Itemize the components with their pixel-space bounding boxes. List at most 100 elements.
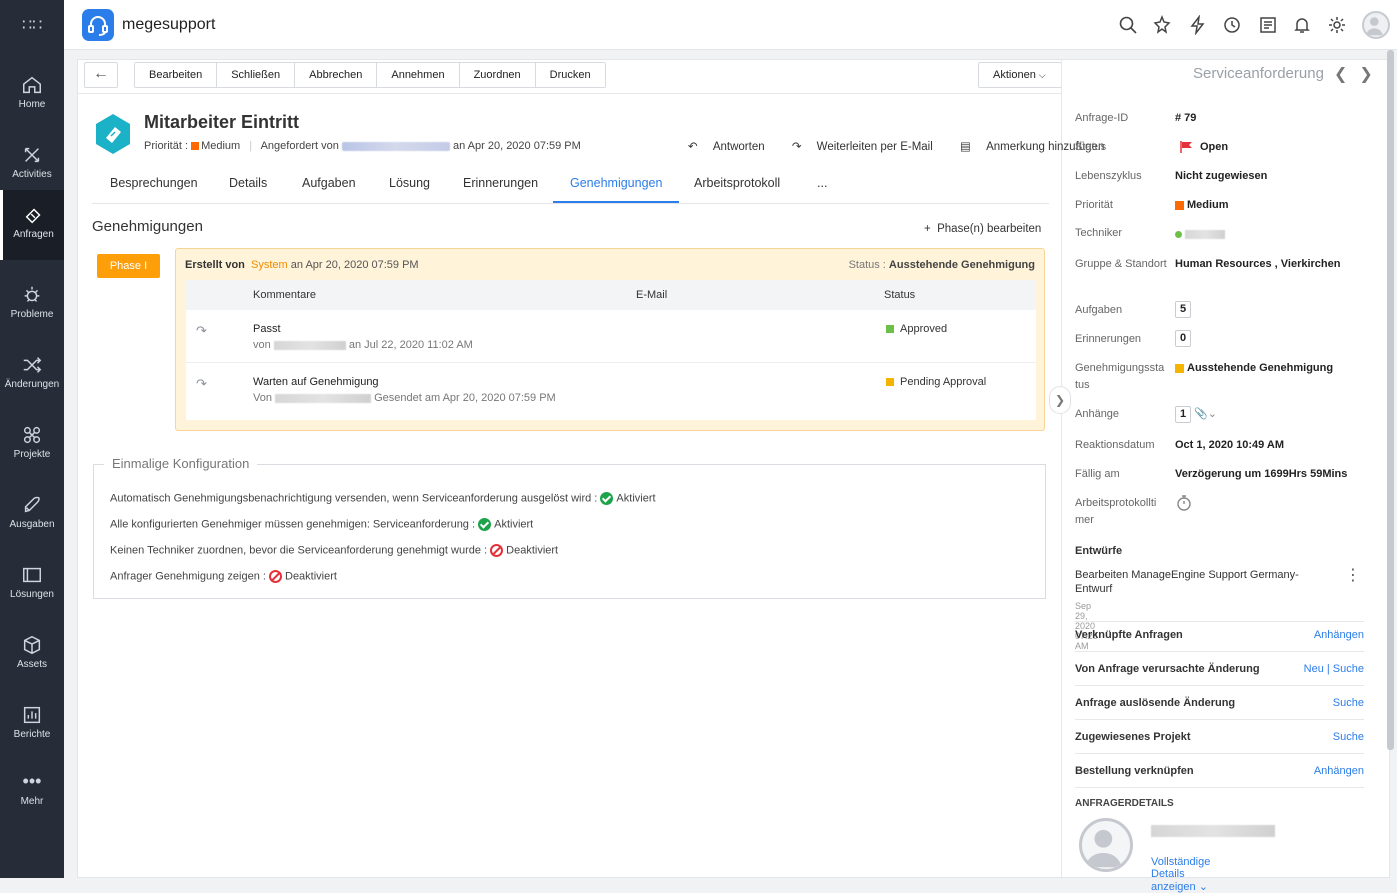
chevron-right-icon[interactable]: ❯ [1359, 66, 1384, 83]
draft-item-title[interactable]: Bearbeiten ManageEngine Support Germany-… [1075, 568, 1315, 596]
one-time-config: Einmalige Konfiguration Automatisch Gene… [93, 456, 1046, 599]
config-line: Anfrager Genehmigung zeigen : Deaktivier… [110, 570, 337, 583]
tab-more[interactable]: ... [817, 176, 827, 199]
forward-link[interactable]: ↷ Weiterleiten per E-Mail [780, 141, 933, 153]
tab-genehmigungen[interactable]: Genehmigungen [553, 176, 680, 203]
config-line: Keinen Techniker zuordnen, bevor die Ser… [110, 544, 559, 557]
lifecycle-value[interactable]: Nicht zugewiesen [1175, 170, 1267, 182]
drafts-title: Entwürfe [1075, 545, 1123, 557]
request-detail-panel: ← Bearbeiten Schließen Abbrechen Annehme… [77, 59, 1390, 893]
attachments-count[interactable]: 1 📎⌄ [1175, 406, 1217, 423]
checklist-icon[interactable] [1258, 15, 1278, 35]
phase-card: Erstellt von System an Apr 20, 2020 07:5… [175, 248, 1045, 431]
status-badge: Approved [886, 323, 947, 335]
request-type-label: Serviceanforderung [1193, 65, 1324, 82]
sidebar-item-projekte[interactable]: Projekte [0, 410, 64, 480]
technician-value[interactable] [1175, 228, 1225, 240]
gear-icon[interactable] [1327, 15, 1347, 35]
tab-details[interactable]: Details [229, 176, 267, 199]
full-details-link[interactable]: Vollständige Details anzeigen ⌄ [1151, 856, 1210, 893]
record-navigation: ❮❯ [1334, 64, 1385, 84]
sidebar-item-assets[interactable]: Assets [0, 620, 64, 690]
more-vertical-icon[interactable]: ⋮ [1345, 568, 1361, 584]
request-meta: Priorität : Medium | Angefordert von an … [144, 140, 581, 152]
sidebar-item-anfragen[interactable]: Anfragen [0, 190, 64, 260]
tab-erinnerungen[interactable]: Erinnerungen [463, 176, 538, 199]
sidebar-item-berichte[interactable]: Berichte [0, 690, 64, 760]
tab-arbeitsprotokoll[interactable]: Arbeitsprotokoll [694, 176, 780, 199]
technician-name-redacted [1185, 229, 1225, 239]
assign-button[interactable]: Zuordnen [459, 63, 536, 87]
app-grid-icon[interactable]: ∷∷ [22, 17, 42, 35]
sidebar-item-ausgaben[interactable]: Ausgaben [0, 480, 64, 550]
chart-icon [23, 706, 41, 724]
back-button[interactable]: ← [84, 62, 118, 88]
chevron-left-icon[interactable]: ❮ [1334, 66, 1359, 83]
tab-loesung[interactable]: Lösung [389, 176, 430, 199]
action-toolbar: ← Bearbeiten Schließen Abbrechen Annehme… [78, 60, 1062, 94]
page-scrollbar[interactable] [1387, 50, 1394, 750]
phase-badge: Phase I [97, 254, 160, 278]
forward-arrow-icon[interactable]: ↷ [196, 323, 207, 339]
actions-dropdown[interactable]: Aktionen ⌵ [978, 62, 1062, 88]
close-button[interactable]: Schließen [217, 63, 296, 87]
forward-arrow-icon[interactable]: ↷ [196, 376, 207, 392]
search-link[interactable]: Suche [1333, 686, 1364, 720]
priority-value[interactable]: Medium [1175, 199, 1229, 211]
stopwatch-icon[interactable] [1175, 494, 1193, 515]
linked-requests-row: Verknüpfte Anfragen Anhängen [1075, 618, 1364, 652]
config-title: Einmalige Konfiguration [104, 456, 258, 471]
response-date-value: Oct 1, 2020 10:49 AM [1175, 439, 1285, 451]
sidebar-item-probleme[interactable]: Probleme [0, 270, 64, 340]
status-badge: Pending Approval [886, 376, 986, 388]
tasks-count[interactable]: 5 [1175, 301, 1191, 318]
lightning-icon[interactable] [1188, 15, 1208, 35]
bell-icon[interactable] [1292, 15, 1312, 35]
user-avatar[interactable] [1362, 11, 1390, 39]
check-circle-icon [478, 518, 492, 531]
reply-icon: ↶ [688, 141, 698, 153]
toolbar-button-group: Bearbeiten Schließen Abbrechen Annehmen … [134, 62, 606, 88]
attach-link[interactable]: Anhängen [1314, 754, 1364, 788]
search-link[interactable]: Suche [1333, 720, 1364, 754]
table-row: ↷ Passt von an Jul 22, 2020 11:02 AM App… [186, 311, 1036, 363]
attach-link[interactable]: Anhängen [1314, 618, 1364, 652]
note-icon: ▤ [959, 141, 971, 153]
group-value[interactable]: Human Resources , Vierkirchen [1175, 258, 1340, 270]
paperclip-icon: 📎⌄ [1194, 408, 1217, 420]
tab-besprechungen[interactable]: Besprechungen [110, 176, 198, 199]
book-icon [23, 567, 41, 583]
magic-star-icon[interactable] [1152, 15, 1172, 35]
new-search-link[interactable]: Neu | Suche [1304, 652, 1364, 686]
requester-name-redacted [1151, 825, 1275, 837]
flag-icon [1180, 141, 1192, 154]
accept-button[interactable]: Annehmen [377, 63, 460, 87]
blocked-icon [490, 544, 504, 557]
requester-name-redacted[interactable] [341, 141, 450, 151]
home-icon [23, 76, 41, 94]
edit-button[interactable]: Bearbeiten [135, 63, 218, 87]
caused-change-row: Von Anfrage verursachte Änderung Neu | Su… [1075, 652, 1364, 686]
shuffle-icon [23, 357, 42, 373]
cancel-button[interactable]: Abbrechen [295, 63, 378, 87]
history-icon[interactable] [1222, 15, 1242, 35]
rocket-icon [24, 496, 40, 513]
table-header: Kommentare E-Mail Status [186, 280, 1036, 310]
sidebar-item-aenderungen[interactable]: Änderungen [0, 340, 64, 410]
reminders-count[interactable]: 0 [1175, 330, 1191, 347]
requester-avatar [1079, 818, 1133, 872]
approval-table: Kommentare E-Mail Status ↷ Passt von an … [186, 280, 1036, 420]
sidebar-item-loesungen[interactable]: Lösungen [0, 550, 64, 620]
collapse-panel-button[interactable]: ❯ [1049, 386, 1071, 414]
status-value[interactable]: Open [1175, 141, 1228, 154]
sidebar-item-home[interactable]: Home [0, 60, 64, 130]
print-button[interactable]: Drucken [535, 63, 605, 87]
app-logo-icon[interactable] [82, 9, 114, 41]
reply-link[interactable]: ↶ Antworten [676, 141, 765, 153]
requester-section-title: ANFRAGERDETAILS [1075, 798, 1174, 809]
search-icon[interactable] [1118, 15, 1138, 35]
edit-phase-link[interactable]: + Phase(n) bearbeiten [924, 223, 1041, 235]
tab-aufgaben[interactable]: Aufgaben [302, 176, 356, 199]
sidebar-item-mehr[interactable]: ••• Mehr [0, 760, 64, 830]
cube-icon [23, 635, 41, 655]
